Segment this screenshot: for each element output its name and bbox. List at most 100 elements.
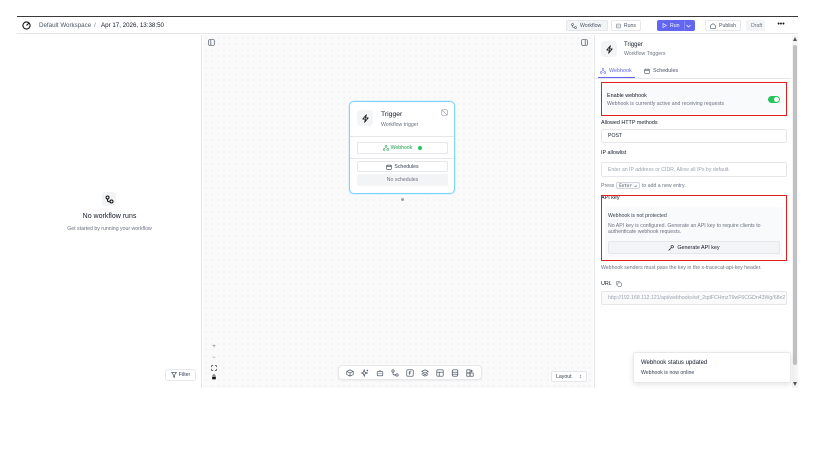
- workflow-canvas[interactable]: Trigger Workflow trigger Webhook Schedul…: [203, 35, 593, 388]
- draft-label: Draft: [751, 22, 763, 29]
- breadcrumb-workflow[interactable]: Apr 17, 2026, 13:38:50: [101, 22, 164, 29]
- trigger-node[interactable]: Trigger Workflow trigger Webhook Schedul…: [349, 101, 455, 194]
- allowed-methods-select[interactable]: POST: [601, 129, 787, 143]
- app-window: Default Workspace / Apr 17, 2026, 13:38:…: [17, 16, 798, 388]
- draft-badge: Draft: [746, 20, 765, 31]
- sidebar-toggle-left-icon[interactable]: [208, 39, 215, 46]
- node-divider: [350, 136, 454, 137]
- sidebar-toggle-right-icon[interactable]: [581, 39, 588, 46]
- breadcrumb-workspace[interactable]: Default Workspace: [39, 22, 91, 29]
- scroll-up-arrow-icon[interactable]: [793, 37, 797, 41]
- apps-icon: [466, 368, 474, 377]
- app-logo-icon[interactable]: [22, 21, 31, 30]
- node-settings-icon[interactable]: [441, 109, 448, 116]
- zoom-in-button[interactable]: +: [212, 343, 216, 351]
- highlight-box: [601, 82, 787, 116]
- tab-webhook-label: Webhook: [609, 68, 632, 74]
- publish-button[interactable]: Publish: [705, 20, 741, 31]
- api-key-header-note: Webhook senders must pass the key in the…: [601, 265, 762, 271]
- no-schedules-text: No schedules: [357, 174, 448, 186]
- toolbar-table-button[interactable]: [435, 368, 445, 378]
- zoom-out-button[interactable]: −: [212, 354, 216, 362]
- ip-allowlist-input[interactable]: Enter an IP address or CIDR. Allow all I…: [601, 162, 787, 177]
- publish-icon: [710, 22, 716, 29]
- node-webhook-button[interactable]: Webhook: [357, 142, 448, 154]
- function-icon: [406, 368, 414, 377]
- cube-icon: [346, 368, 354, 377]
- run-label: Run: [670, 22, 680, 29]
- node-schedules-button[interactable]: Schedules: [357, 161, 448, 172]
- lightning-icon: [357, 110, 373, 126]
- panel-subtitle: Workflow Triggers: [624, 51, 666, 57]
- toast-title: Webhook status updated: [641, 360, 708, 366]
- scroll-down-arrow-icon[interactable]: [793, 382, 797, 386]
- hint-prefix: Press: [601, 182, 615, 189]
- toast-notification: Webhook status updated Webhook is now on…: [633, 352, 791, 383]
- workflow-icon: [571, 22, 577, 29]
- action-toolbar: [338, 365, 482, 380]
- database-icon: [452, 368, 459, 377]
- webhook-icon: [382, 145, 389, 151]
- zoom-controls: + −: [209, 343, 219, 380]
- publish-label: Publish: [718, 22, 736, 29]
- url-label-row: URL: [601, 281, 622, 287]
- scrollbar-thumb[interactable]: [793, 45, 797, 365]
- node-output-handle[interactable]: [401, 198, 404, 201]
- filter-button[interactable]: Filter: [165, 369, 196, 381]
- fit-view-icon[interactable]: [211, 365, 217, 371]
- hint-suffix: to add a new entry.: [641, 182, 686, 189]
- allowed-methods-label: Allowed HTTP methods: [601, 120, 658, 126]
- tab-webhook[interactable]: Webhook: [600, 68, 632, 74]
- toolbar-integrations-button[interactable]: [465, 368, 475, 378]
- empty-state-subtitle: Get started by running your workflow: [67, 226, 152, 232]
- play-icon: [662, 23, 667, 28]
- layout-arrows-icon: ↕: [579, 373, 582, 380]
- tab-workflow-label: Workflow: [580, 22, 602, 29]
- lightning-icon: [601, 41, 617, 57]
- lock-icon[interactable]: [211, 374, 217, 380]
- toolbar-database-button[interactable]: [450, 368, 460, 378]
- toolbar-layers-button[interactable]: [420, 368, 430, 378]
- run-dropdown-chevron-icon[interactable]: [684, 21, 694, 30]
- more-options-button[interactable]: •••: [775, 20, 787, 31]
- tab-schedules[interactable]: Schedules: [644, 68, 678, 74]
- top-bar: Default Workspace / Apr 17, 2026, 13:38:…: [17, 17, 798, 34]
- tab-workflow[interactable]: Workflow: [566, 20, 608, 31]
- toolbar-function-button[interactable]: [405, 368, 415, 378]
- node-webhook-label: Webhook: [390, 145, 413, 151]
- filter-label: Filter: [178, 372, 191, 378]
- tab-runs[interactable]: Runs: [611, 20, 641, 31]
- toolbar-cube-button[interactable]: [345, 368, 355, 378]
- node-subtitle: Workflow trigger: [381, 122, 419, 128]
- runs-panel: No workflow runs Get started by running …: [17, 35, 202, 388]
- sparkles-icon: [360, 368, 369, 377]
- tab-runs-label: Runs: [623, 22, 636, 29]
- table-icon: [436, 368, 444, 377]
- toolbar-workflow-button[interactable]: [390, 368, 400, 378]
- breadcrumb-separator: /: [94, 22, 96, 29]
- toolbar-ai-button[interactable]: [360, 368, 370, 378]
- webhook-status-dot: [418, 146, 423, 150]
- webhook-url-field[interactable]: http://192.168.112.121/api/webhooks/wf_2…: [601, 291, 787, 305]
- calendar-icon: [644, 68, 650, 74]
- highlight-box: [601, 195, 787, 261]
- runs-icon: [616, 23, 621, 28]
- node-divider: [350, 158, 454, 159]
- layout-button[interactable]: Layout ↕: [551, 371, 587, 382]
- layout-label: Layout: [556, 373, 572, 380]
- calendar-icon: [386, 164, 393, 170]
- tab-schedules-label: Schedules: [653, 68, 679, 74]
- trigger-settings-panel: Trigger Workflow Triggers Webhook Schedu…: [594, 35, 798, 388]
- node-schedules-label: Schedules: [394, 163, 419, 170]
- toolbar-agent-button[interactable]: [375, 368, 385, 378]
- layers-icon: [421, 368, 430, 377]
- workflow-runs-icon: [102, 192, 116, 206]
- active-tab-indicator: [598, 77, 635, 79]
- node-title: Trigger: [381, 111, 403, 118]
- ip-allowlist-label: IP allowlist: [601, 150, 627, 156]
- robot-icon: [376, 369, 383, 376]
- run-button[interactable]: Run: [657, 20, 695, 31]
- panel-tabs: Webhook Schedules: [595, 65, 791, 79]
- copy-icon[interactable]: [616, 281, 622, 287]
- workflow-icon: [391, 368, 399, 377]
